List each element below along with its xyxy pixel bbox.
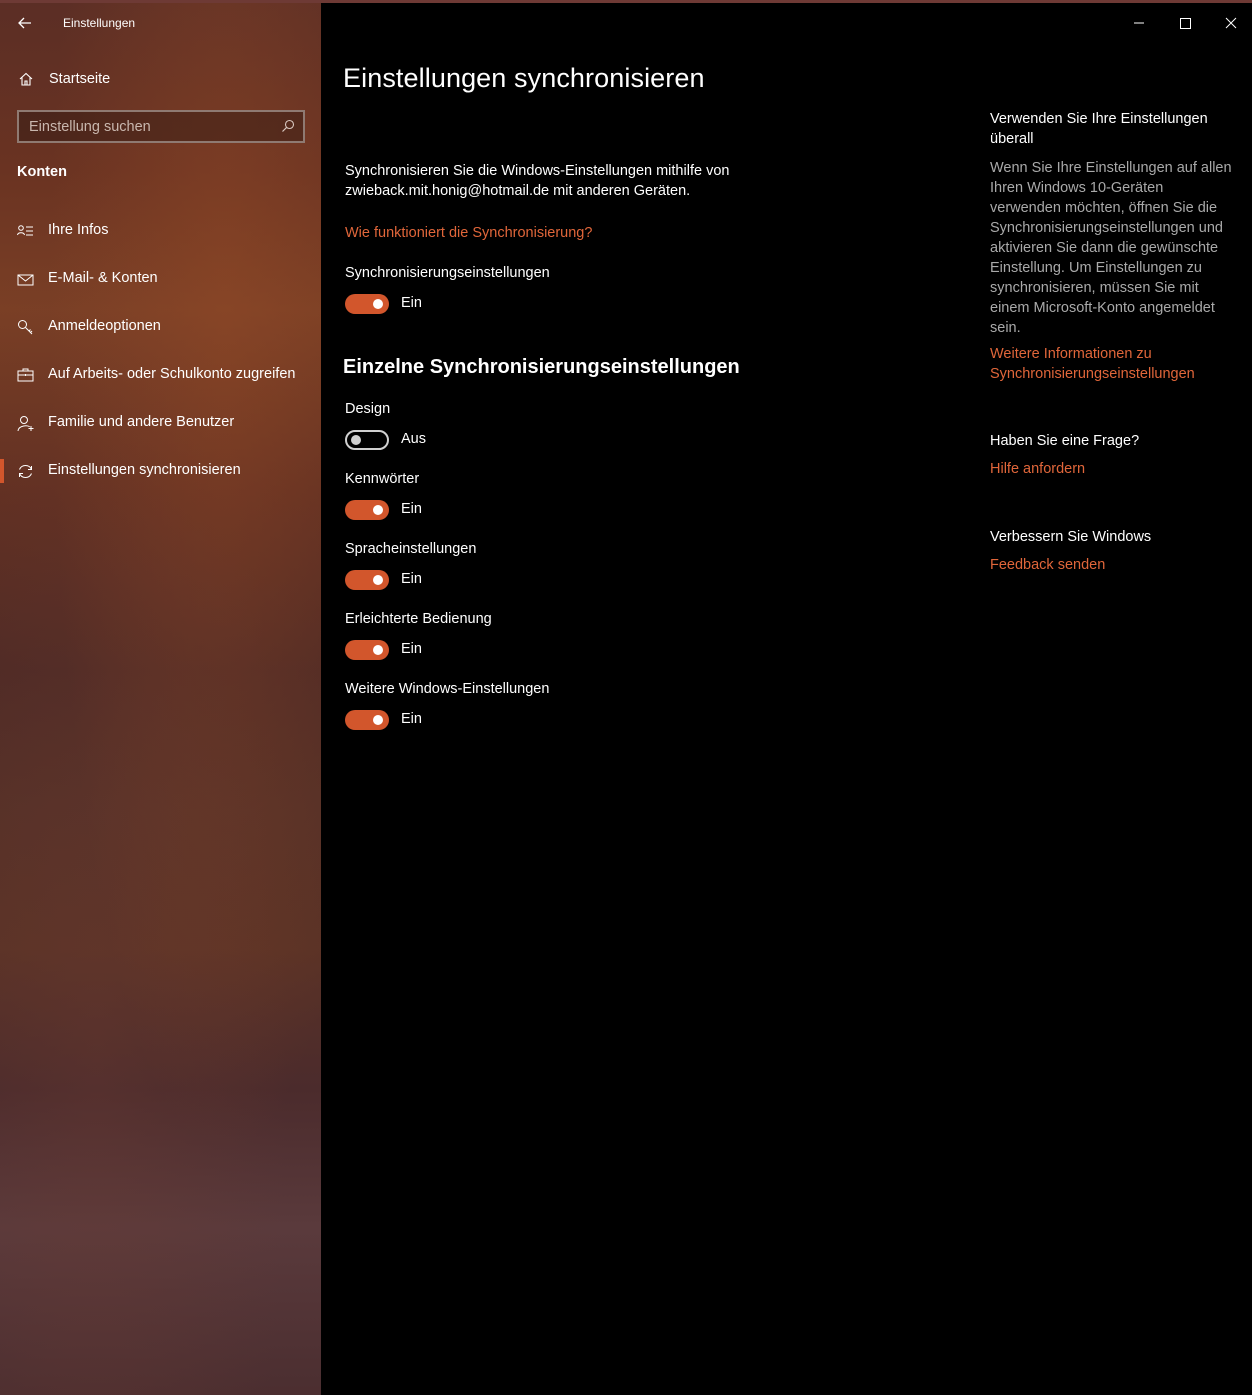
sidebar-item-email-konten[interactable]: E-Mail- & Konten [0,259,321,299]
sidebar-item-label: Familie und andere Benutzer [48,414,235,430]
feedback-link[interactable]: Feedback senden [990,555,1235,575]
close-icon [1225,17,1237,29]
main-content: Einstellungen synchronisieren Synchronis… [321,3,1252,1395]
maximize-button[interactable] [1162,6,1208,40]
close-button[interactable] [1206,6,1252,40]
sidebar-item-label: Anmeldeoptionen [48,318,161,334]
sidebar-item-familie[interactable]: Familie und andere Benutzer [0,403,321,443]
sync-settings-toggle[interactable] [345,294,389,314]
passwords-state: Ein [401,501,422,517]
improve-heading: Verbessern Sie Windows [990,529,1152,545]
sidebar: Einstellungen Startseite Konten Ihre Inf… [0,3,321,1395]
other-windows-settings-toggle[interactable] [345,710,389,730]
accessibility-toggle[interactable] [345,640,389,660]
briefcase-icon [17,368,34,382]
maximize-icon [1180,18,1191,29]
use-settings-heading: Verwenden Sie Ihre Einstellungen überall [990,111,1208,147]
other-windows-settings-label: Weitere Windows-Einstellungen [345,681,550,697]
search-icon[interactable] [281,119,295,133]
sidebar-item-label: E-Mail- & Konten [48,270,158,286]
sync-icon [19,465,32,478]
language-state: Ein [401,571,422,587]
question-heading: Haben Sie eine Frage? [990,433,1140,449]
home-nav-item[interactable]: Startseite [0,63,321,97]
sidebar-item-label: Auf Arbeits- oder Schulkonto zugreifen [48,366,296,382]
title-bar: Einstellungen [0,3,321,43]
app-title: Einstellungen [63,16,136,30]
home-label: Startseite [49,71,111,87]
question-panel: Haben Sie eine Frage? Hilfe anfordern [990,431,1235,479]
home-icon [19,72,33,86]
design-label: Design [345,401,391,417]
other-windows-settings-state: Ein [401,711,422,727]
minimize-button[interactable] [1116,6,1162,40]
sync-description: Synchronisieren Sie die Windows-Einstell… [345,163,730,199]
more-info-link[interactable]: Weitere Informationen zu Synchronisierun… [990,344,1235,384]
sidebar-item-sync[interactable]: Einstellungen synchronisieren [0,451,321,491]
passwords-toggle[interactable] [345,500,389,520]
page-title: Einstellungen synchronisieren [343,63,705,93]
back-arrow-icon [18,17,31,29]
language-label: Spracheinstellungen [345,541,477,557]
get-help-link[interactable]: Hilfe anfordern [990,459,1235,479]
improve-panel: Verbessern Sie Windows Feedback senden [990,527,1235,575]
sync-settings-state: Ein [401,295,422,311]
sidebar-item-label: Einstellungen synchronisieren [48,462,241,478]
accessibility-label: Erleichterte Bedienung [345,611,492,627]
sync-settings-label: Synchronisierungseinstellungen [345,265,550,281]
use-settings-panel: Verwenden Sie Ihre Einstellungen überall… [990,109,1235,384]
sidebar-item-anmeldeoptionen[interactable]: Anmeldeoptionen [0,307,321,347]
settings-window: Einstellungen Startseite Konten Ihre Inf… [0,0,1252,1395]
add-person-icon [17,416,34,432]
use-settings-text: Wenn Sie Ihre Einstellungen auf allen Ih… [990,160,1232,336]
search-input[interactable] [19,112,274,141]
mail-icon [17,274,34,286]
how-sync-works-link[interactable]: Wie funktioniert die Synchronisierung? [345,225,592,241]
sidebar-item-arbeits-schulkonto[interactable]: Auf Arbeits- oder Schulkonto zugreifen [0,355,321,395]
passwords-label: Kennwörter [345,471,420,487]
back-button[interactable] [12,11,38,35]
accessibility-state: Ein [401,641,422,657]
sidebar-item-label: Ihre Infos [48,222,109,238]
design-state: Aus [401,431,426,447]
language-toggle[interactable] [345,570,389,590]
section-label-konten: Konten [17,164,67,180]
key-icon [18,320,33,335]
design-toggle[interactable] [345,430,389,450]
sidebar-item-ihre-infos[interactable]: Ihre Infos [0,211,321,251]
person-info-icon [17,225,33,236]
search-box[interactable] [17,110,305,143]
individual-sync-heading: Einzelne Synchronisierungseinstellungen [343,356,740,378]
minimize-icon [1134,22,1144,24]
